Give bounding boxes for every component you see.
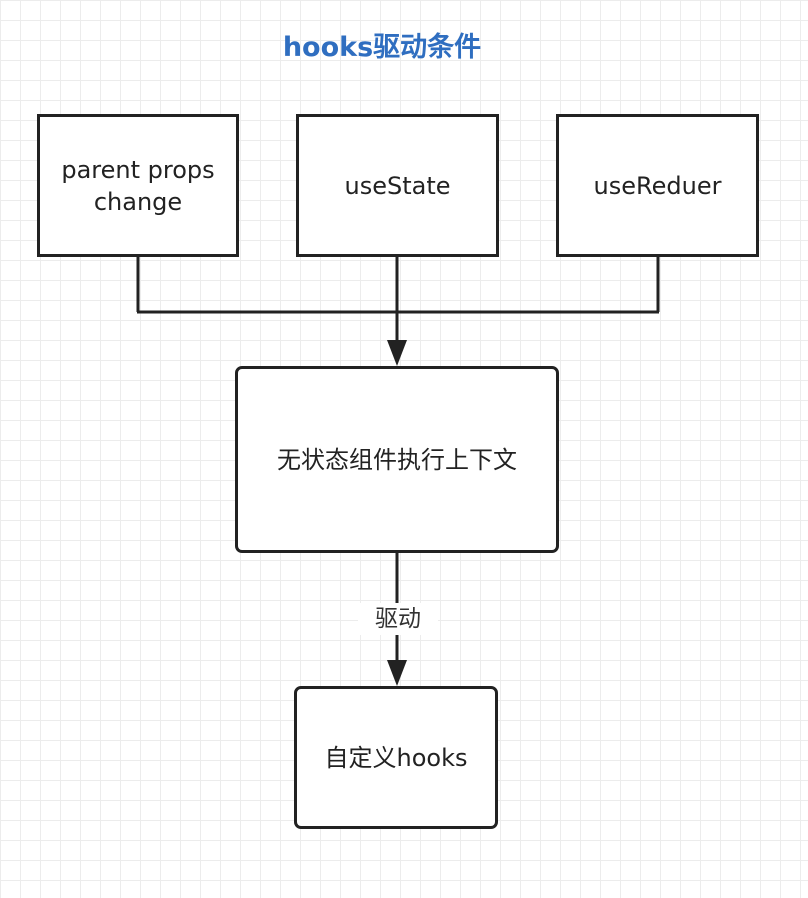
node-usereducer: useReduer (556, 114, 759, 257)
arrowhead-to-context (387, 340, 407, 366)
node-parent-props-change-label: parent props change (61, 155, 215, 216)
node-usestate-label: useState (344, 171, 451, 200)
node-usestate: useState (296, 114, 499, 257)
node-custom-hooks: 自定义hooks (294, 686, 498, 829)
node-usereducer-label: useReduer (593, 171, 722, 200)
node-parent-props-change: parent props change (37, 114, 239, 257)
arrowhead-to-custom (387, 660, 407, 686)
node-custom-hooks-label: 自定义hooks (324, 743, 468, 772)
node-stateless-context: 无状态组件执行上下文 (235, 366, 559, 553)
edge-label-drive: 驱动 (358, 603, 438, 635)
node-stateless-context-label: 无状态组件执行上下文 (277, 445, 517, 474)
